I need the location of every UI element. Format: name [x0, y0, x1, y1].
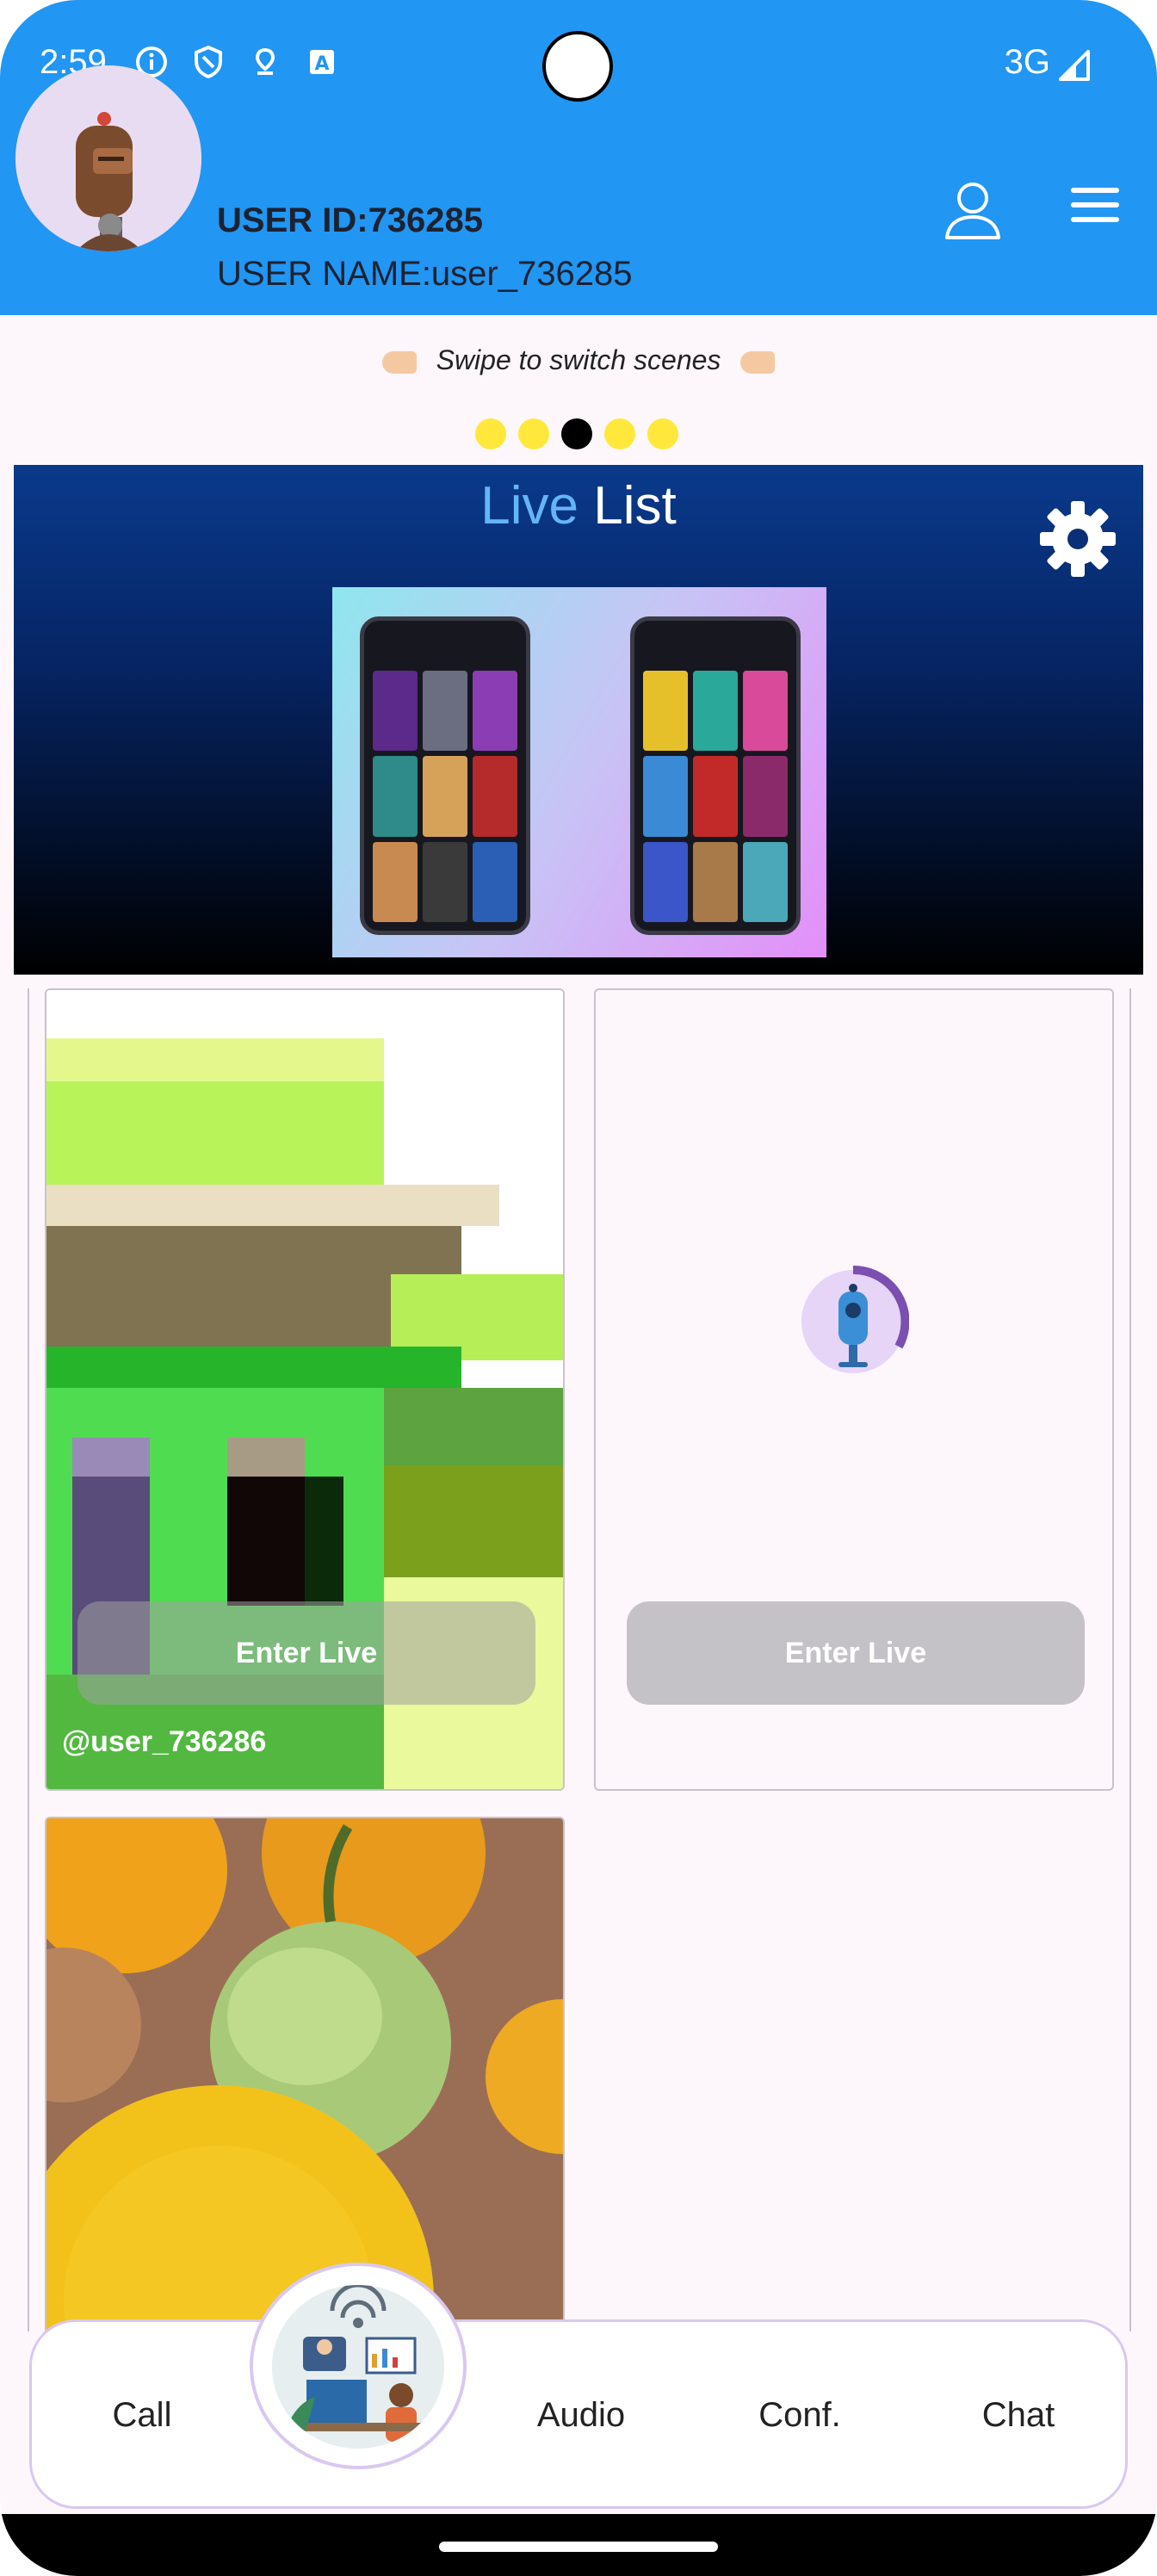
network-type: 3G	[1004, 43, 1050, 81]
page-indicator[interactable]	[475, 418, 678, 449]
nav-item-chat[interactable]: Chat	[932, 2396, 1104, 2435]
profile-icon[interactable]	[940, 177, 1005, 243]
home-indicator[interactable]	[439, 2542, 718, 2552]
banner-title-live: Live	[480, 476, 579, 536]
svg-text:A: A	[314, 53, 329, 75]
page-dot-active[interactable]	[561, 418, 592, 449]
loading-avatar-icon	[801, 1266, 909, 1373]
user-avatar[interactable]	[15, 65, 201, 251]
page-dot[interactable]	[647, 418, 678, 449]
nav-item-audio[interactable]: Audio	[495, 2396, 667, 2435]
user-name-label: USER NAME:user_736285	[217, 255, 633, 293]
text-a-icon: A	[310, 50, 334, 75]
nav-item-call[interactable]: Call	[56, 2396, 228, 2435]
enter-live-button[interactable]: Enter Live	[77, 1601, 535, 1705]
live-room-card[interactable]: Enter Live @user_736286	[45, 988, 565, 1791]
menu-icon[interactable]	[1067, 183, 1123, 227]
bottom-navigation: Call Audio Conf. Chat	[29, 2319, 1128, 2509]
status-icons: A	[134, 45, 339, 79]
video-grid-preview	[373, 671, 517, 922]
video-grid-preview	[643, 671, 788, 922]
banner-title: Live List	[14, 475, 1143, 536]
phone-mockup	[630, 616, 801, 935]
page-dot[interactable]	[475, 418, 506, 449]
page-dot[interactable]	[518, 418, 549, 449]
robot-avatar-icon	[15, 65, 201, 251]
pointing-hand-icon	[740, 350, 776, 374]
page-dot[interactable]	[604, 418, 635, 449]
swipe-hint: Swipe to switch scenes	[0, 344, 1157, 376]
swipe-hint-text: Swipe to switch scenes	[436, 344, 721, 375]
streamer-username: @user_736286	[62, 1725, 267, 1758]
nav-item-live[interactable]	[250, 2263, 467, 2469]
location-icon	[255, 47, 275, 75]
live-list-banner: Live List	[14, 465, 1143, 975]
live-room-list: Enter Live @user_736286 Enter Live	[28, 988, 1131, 2376]
live-streaming-icon	[272, 2285, 444, 2449]
nav-item-conf[interactable]: Conf.	[714, 2396, 886, 2435]
shield-icon	[195, 45, 222, 79]
pointing-hand-icon	[381, 350, 417, 374]
banner-title-list: List	[593, 476, 677, 536]
promo-image	[332, 587, 826, 957]
live-room-card[interactable]: Enter Live	[594, 988, 1114, 1791]
camera-cutout	[542, 31, 613, 102]
signal-icon	[1059, 50, 1090, 81]
phone-mockup	[360, 616, 530, 935]
enter-live-button[interactable]: Enter Live	[627, 1601, 1085, 1705]
user-id-label: USER ID:736285	[217, 201, 484, 239]
app-header: 2:59 A 3G USER ID:736285 USER NAME:user_…	[0, 0, 1157, 315]
app-screen: 2:59 A 3G USER ID:736285 USER NAME:user_…	[0, 0, 1157, 2576]
gear-icon[interactable]	[1036, 498, 1119, 580]
